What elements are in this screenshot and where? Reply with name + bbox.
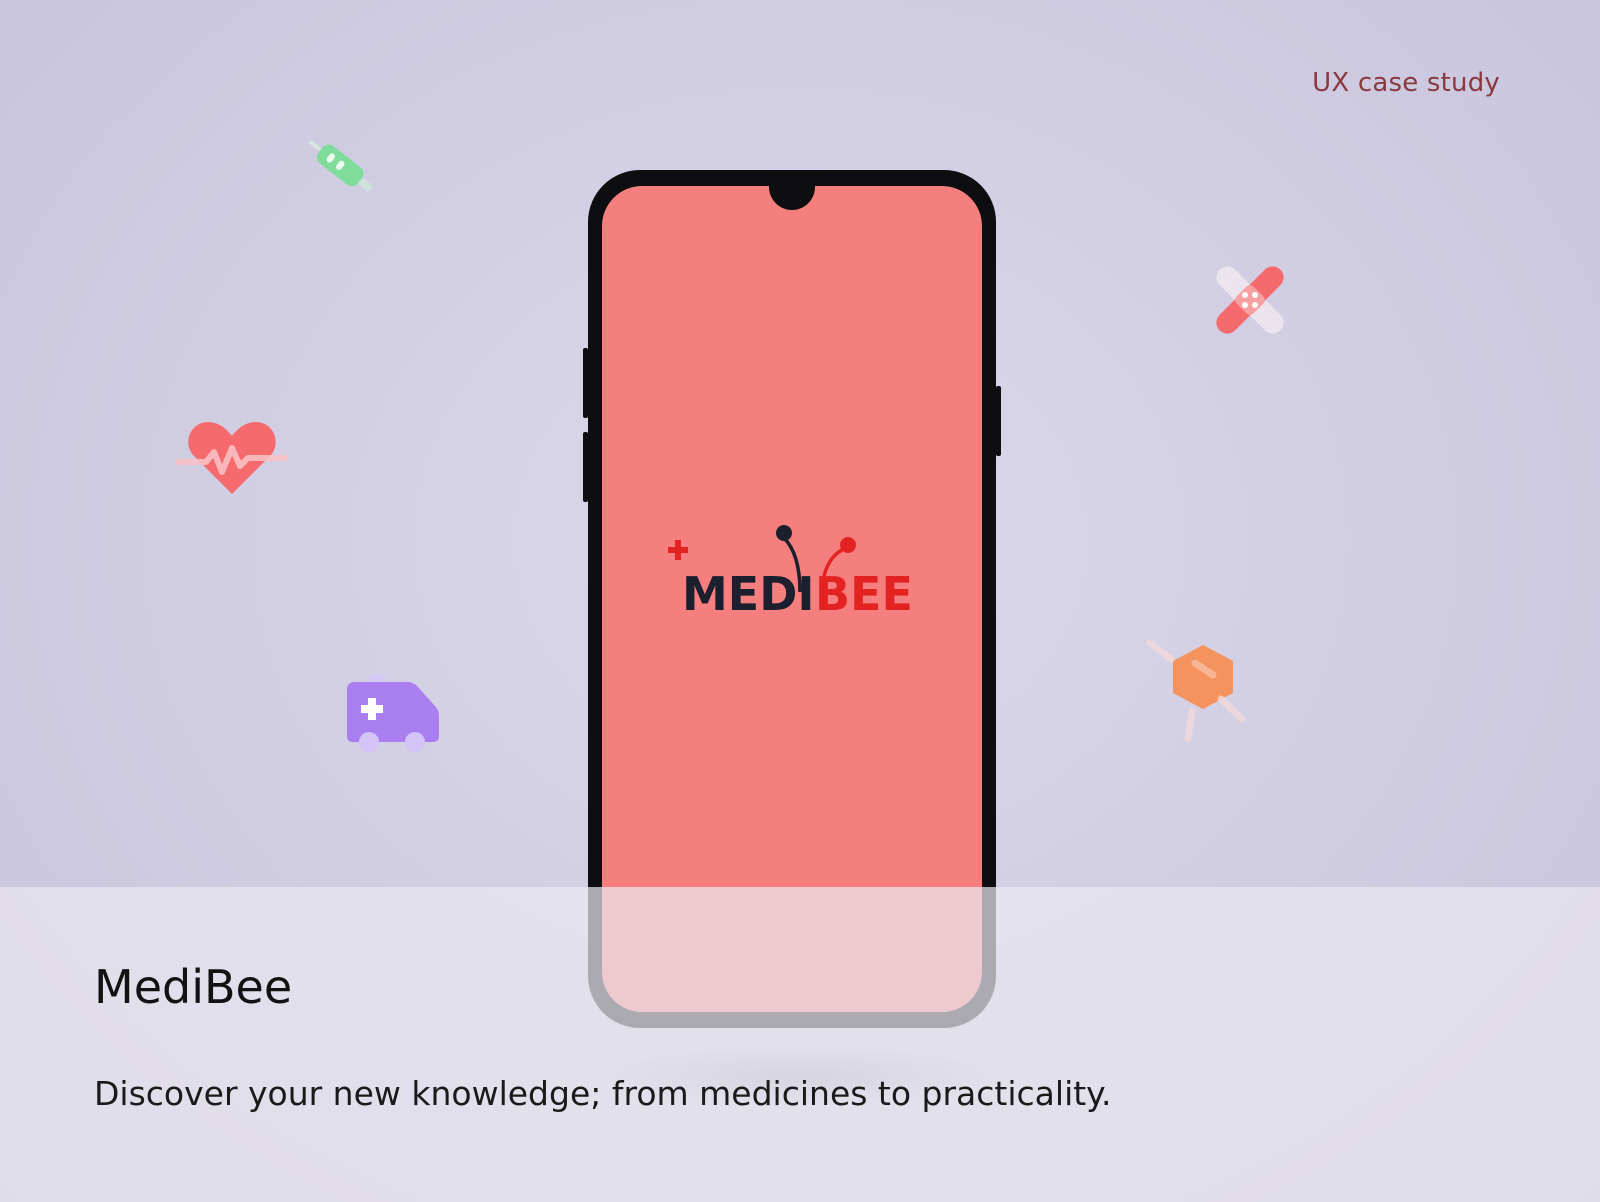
medical-cross-icon (668, 540, 688, 560)
heartbeat-icon (176, 422, 288, 494)
phone-notch (769, 186, 815, 210)
bottom-info-panel (0, 887, 1600, 1202)
pill-icon (1146, 639, 1246, 743)
project-title: MediBee (94, 960, 293, 1014)
bandage-icon (1216, 266, 1284, 334)
phone-power-button (996, 386, 1001, 456)
ambulance-icon (347, 674, 439, 752)
phone-side-button (583, 432, 588, 502)
syringe-icon (309, 140, 373, 192)
project-tagline: Discover your new knowledge; from medici… (94, 1074, 1112, 1113)
phone-side-button (583, 348, 588, 418)
case-study-tag: UX case study (1312, 68, 1500, 98)
logo-text-medi: MEDI (682, 567, 815, 616)
logo-text-bee: BEE (815, 567, 913, 616)
medibee-logo: MEDI BEE (668, 525, 913, 616)
